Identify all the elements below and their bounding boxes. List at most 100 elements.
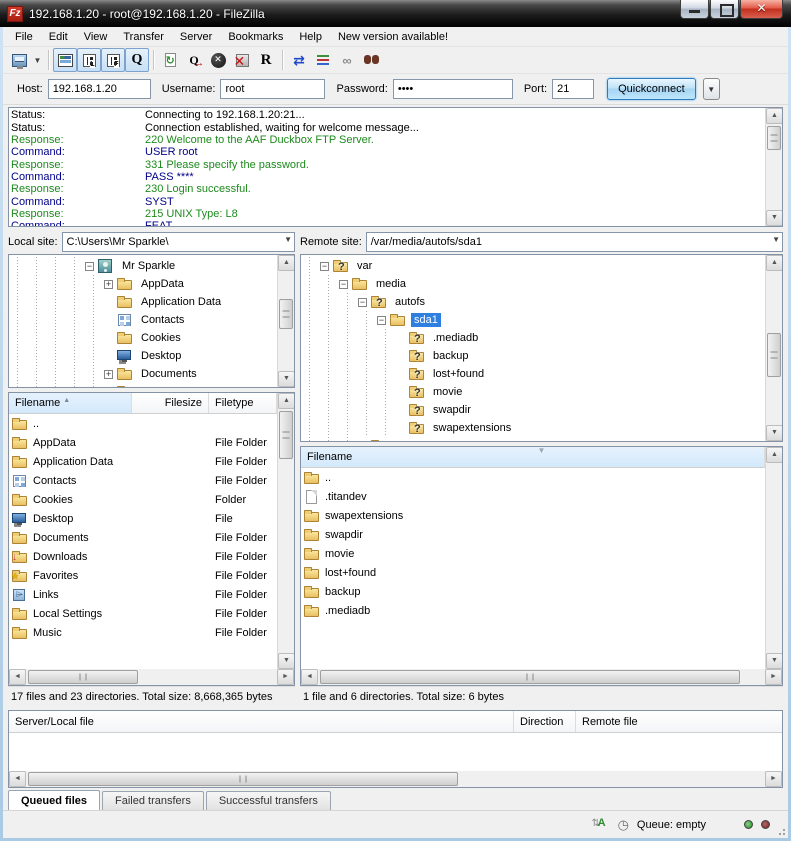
expand-icon[interactable]: +	[104, 280, 113, 289]
local-tree-item[interactable]: Cookies	[9, 329, 277, 347]
log-scrollbar[interactable]	[765, 108, 782, 226]
local-file-row[interactable]: ..	[9, 414, 277, 433]
local-tree-item[interactable]: Application Data	[9, 293, 277, 311]
local-list-hscrollbar[interactable]	[9, 669, 294, 685]
scroll-down-icon[interactable]	[278, 371, 295, 387]
minimize-button[interactable]	[680, 0, 709, 19]
collapse-icon[interactable]: −	[358, 298, 367, 307]
splitter-collapse-icon[interactable]: ▼	[538, 447, 546, 455]
local-file-row[interactable]: Music File Folder	[9, 623, 277, 642]
reconnect-button[interactable]: R	[254, 48, 278, 72]
column-filetype[interactable]: Filetype	[209, 393, 277, 413]
scroll-down-icon[interactable]	[766, 653, 782, 669]
tab-queued-files[interactable]: Queued files	[8, 790, 100, 810]
remote-tree-item[interactable]: movie	[301, 383, 765, 401]
toggle-queue-button[interactable]: Q	[125, 48, 149, 72]
chevron-down-icon[interactable]: ▼	[772, 235, 780, 244]
quickconnect-button[interactable]: Quickconnect	[607, 78, 696, 100]
remote-file-row[interactable]: swapdir	[301, 525, 765, 544]
menu-help[interactable]: Help	[291, 29, 330, 45]
remote-file-row[interactable]: .mediadb	[301, 601, 765, 620]
remote-file-row[interactable]: movie	[301, 544, 765, 563]
cancel-operation-button[interactable]	[206, 48, 230, 72]
local-file-row[interactable]: Application Data File Folder	[9, 452, 277, 471]
site-manager-dropdown[interactable]: ▼	[31, 48, 44, 72]
remote-tree-item[interactable]: − autofs	[301, 293, 765, 311]
remote-tree-scrollbar[interactable]	[765, 255, 782, 441]
local-file-row[interactable]: Cookies Folder	[9, 490, 277, 509]
close-button[interactable]	[740, 0, 783, 19]
remote-tree-item[interactable]: lost+found	[301, 365, 765, 383]
synchronized-transfer-button[interactable]: ⇄	[287, 48, 311, 72]
speed-limit-icon[interactable]: ◷	[618, 817, 629, 833]
site-manager-button[interactable]	[7, 48, 31, 72]
remote-file-row[interactable]: .titandev	[301, 487, 765, 506]
host-input[interactable]	[48, 79, 151, 99]
password-input[interactable]	[393, 79, 513, 99]
remote-tree-item[interactable]: swapextensions	[301, 419, 765, 437]
directory-comparison-button[interactable]	[311, 48, 335, 72]
scroll-down-icon[interactable]	[766, 210, 783, 226]
local-file-row[interactable]: Links File Folder	[9, 585, 277, 604]
expand-icon[interactable]: +	[104, 370, 113, 379]
resize-grip[interactable]	[776, 826, 786, 836]
remote-tree-item[interactable]: − media	[301, 275, 765, 293]
local-tree-item[interactable]: Contacts	[9, 311, 277, 329]
local-file-row[interactable]: Documents File Folder	[9, 528, 277, 547]
scroll-left-icon[interactable]	[301, 669, 318, 685]
column-filename[interactable]: Filename	[301, 447, 765, 467]
scroll-right-icon[interactable]	[765, 669, 782, 685]
local-tree-item[interactable]: + Downloads	[9, 383, 277, 387]
new-version-notice[interactable]: New version available!	[330, 29, 456, 45]
remote-site-combo[interactable]: /var/media/autofs/sda1 ▼	[366, 232, 783, 252]
chevron-down-icon[interactable]: ▼	[284, 235, 292, 244]
menu-edit[interactable]: Edit	[41, 29, 76, 45]
remote-tree-item[interactable]: .mediadb	[301, 329, 765, 347]
local-tree-item[interactable]: Desktop	[9, 347, 277, 365]
local-tree-item[interactable]: − Mr Sparkle	[9, 257, 277, 275]
scroll-left-icon[interactable]	[9, 669, 26, 685]
collapse-icon[interactable]: −	[377, 316, 386, 325]
local-list-scrollbar[interactable]	[277, 393, 294, 669]
scroll-up-icon[interactable]	[278, 393, 294, 409]
local-tree-item[interactable]: + AppData	[9, 275, 277, 293]
remote-tree-item[interactable]: backup	[301, 347, 765, 365]
local-tree-item[interactable]: + Documents	[9, 365, 277, 383]
scroll-up-icon[interactable]	[766, 447, 782, 463]
local-tree-scrollbar[interactable]	[277, 255, 294, 387]
remote-tree-item[interactable]: − sda1	[301, 311, 765, 329]
column-direction[interactable]: Direction	[514, 711, 576, 732]
process-queue-button[interactable]: Q	[182, 48, 206, 72]
menu-bookmarks[interactable]: Bookmarks	[220, 29, 291, 45]
collapse-icon[interactable]: −	[339, 280, 348, 289]
port-input[interactable]	[552, 79, 594, 99]
menu-file[interactable]: File	[7, 29, 41, 45]
toggle-local-tree-button[interactable]: L	[77, 48, 101, 72]
scroll-down-icon[interactable]	[278, 653, 294, 669]
disconnect-button[interactable]	[230, 48, 254, 72]
remote-file-row[interactable]: backup	[301, 582, 765, 601]
menu-transfer[interactable]: Transfer	[115, 29, 172, 45]
username-input[interactable]	[220, 79, 325, 99]
remote-tree-item[interactable]: − var	[301, 257, 765, 275]
scroll-right-icon[interactable]	[277, 669, 294, 685]
collapse-icon[interactable]: −	[320, 262, 329, 271]
quickconnect-dropdown-button[interactable]: ▼	[703, 78, 720, 100]
queue-hscrollbar[interactable]	[9, 771, 782, 787]
remote-file-row[interactable]: swapextensions	[301, 506, 765, 525]
remote-list-scrollbar[interactable]	[765, 447, 782, 669]
refresh-button[interactable]	[158, 48, 182, 72]
scroll-up-icon[interactable]	[766, 108, 783, 124]
column-server-local-file[interactable]: Server/Local file	[9, 711, 514, 732]
remote-list-hscrollbar[interactable]	[301, 669, 782, 685]
column-filename[interactable]: Filename▲	[9, 393, 132, 413]
toggle-message-log-button[interactable]	[53, 48, 77, 72]
column-remote-file[interactable]: Remote file	[576, 711, 782, 732]
local-site-combo[interactable]: C:\Users\Mr Sparkle\ ▼	[62, 232, 295, 252]
local-file-row[interactable]: Favorites File Folder	[9, 566, 277, 585]
collapse-icon[interactable]: −	[85, 262, 94, 271]
local-file-row[interactable]: AppData File Folder	[9, 433, 277, 452]
tab-successful-transfers[interactable]: Successful transfers	[206, 791, 331, 810]
remote-file-row[interactable]: ..	[301, 468, 765, 487]
scroll-right-icon[interactable]	[765, 771, 782, 787]
